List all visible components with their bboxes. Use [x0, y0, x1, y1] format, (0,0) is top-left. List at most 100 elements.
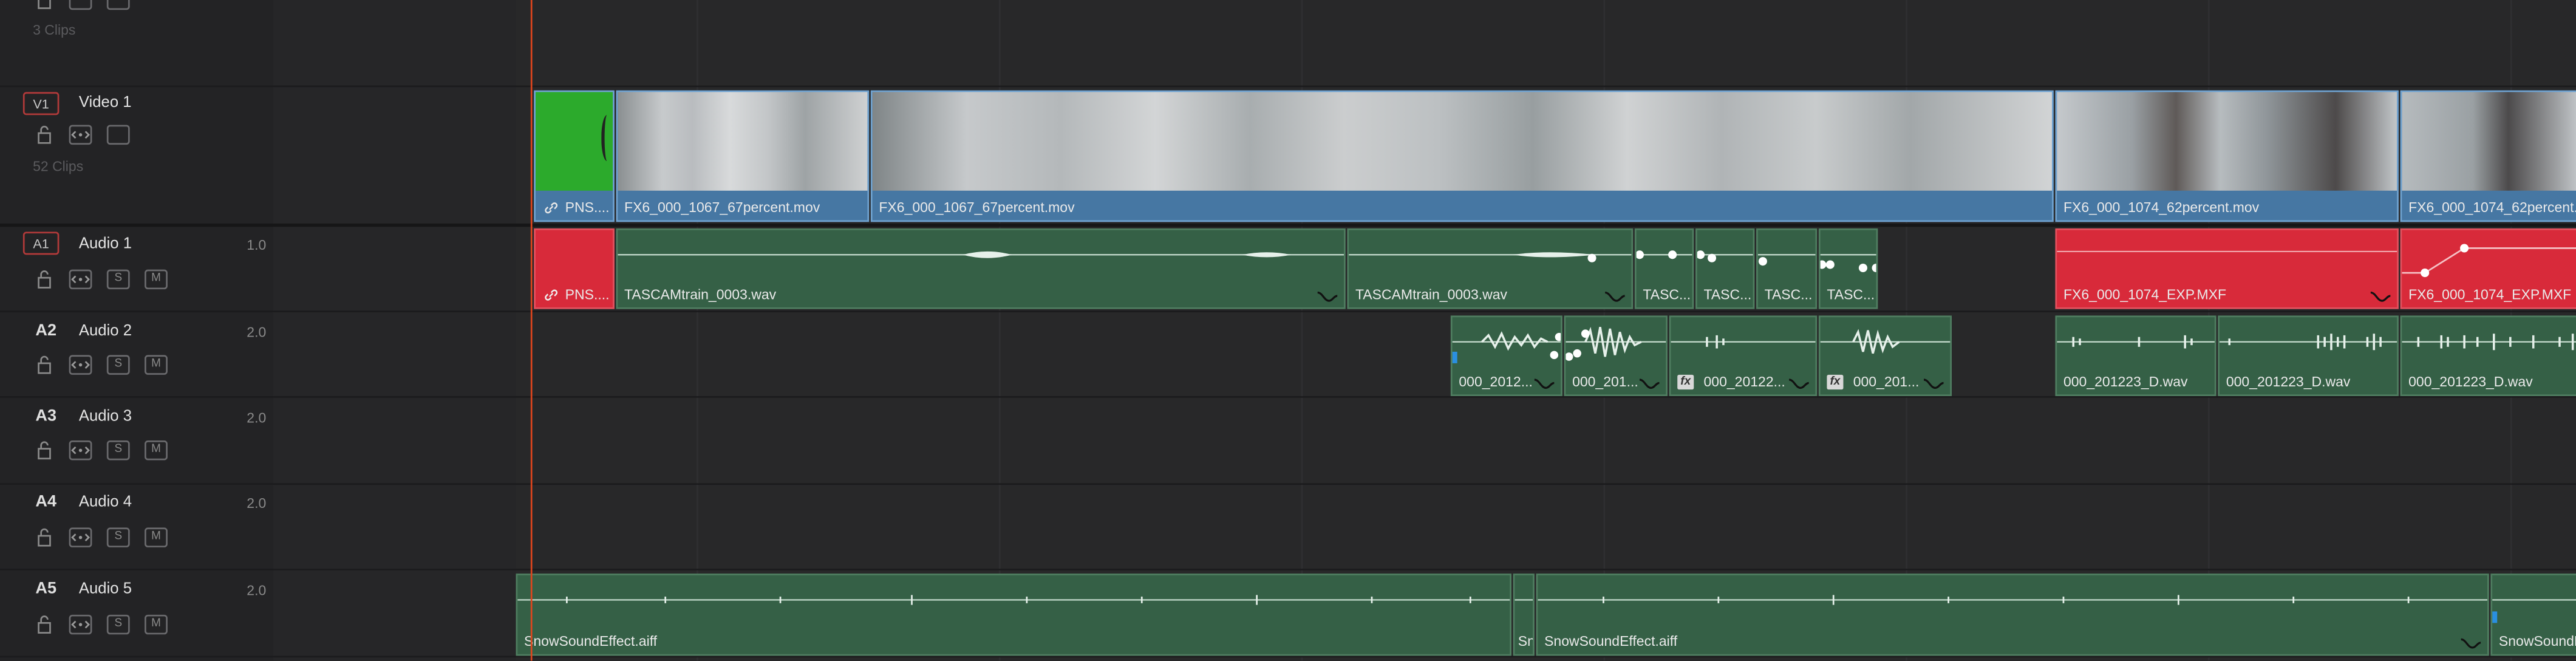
track-clip-count: 52 Clips	[33, 157, 84, 174]
track-volume: 2.0	[247, 409, 267, 426]
audio-clip[interactable]: 000_201...	[1564, 315, 1668, 397]
solo-button[interactable]: S	[106, 440, 130, 461]
auto-track-select-icon[interactable]	[69, 125, 92, 145]
audio-clip[interactable]: FX6_000_1074_EXP.MXF	[2400, 228, 2576, 309]
audio-clip[interactable]: TASC...	[1695, 228, 1755, 309]
timeline-editor: 3 Clips V1 Video 1 52 Clips A1 Audio 1 1…	[0, 0, 2576, 661]
mute-button[interactable]: M	[145, 527, 168, 547]
lock-icon[interactable]	[36, 125, 53, 145]
clip-name: FX6_000_1074_EXP.MXF	[2063, 286, 2227, 303]
audio-clip[interactable]: 000_201223_D.wav	[2400, 315, 2576, 397]
clip-name: TASC...	[1703, 286, 1752, 303]
audio-clip[interactable]: TASC...	[1818, 228, 1878, 309]
clip-name: SnowSoundEffect.aiff	[524, 632, 658, 649]
mute-button[interactable]: M	[145, 269, 168, 290]
fx-icon: fx	[1827, 374, 1844, 390]
clip-name: Sn	[1518, 632, 1535, 649]
solo-button[interactable]: S	[106, 355, 130, 375]
lock-icon[interactable]	[36, 270, 53, 289]
monitor-icon[interactable]	[106, 0, 130, 10]
audio-clip[interactable]: 000_2012...	[1450, 315, 1562, 397]
solo-button[interactable]: S	[106, 527, 130, 547]
auto-track-select-icon[interactable]	[69, 614, 92, 635]
audio-clip[interactable]: 000_201223_D.wav	[2055, 315, 2217, 397]
audio-clip[interactable]: TASCAMtrain_0003.wav	[616, 228, 1346, 309]
clip-name: 000_201223_D.wav	[2408, 373, 2533, 390]
track-name-audio-4[interactable]: Audio 4	[79, 493, 132, 512]
timeline-gap-area	[273, 0, 516, 661]
clip-name: TASC...	[1827, 286, 1875, 303]
solo-button[interactable]: S	[106, 269, 130, 290]
audio-clip[interactable]: SnowSoundE	[2490, 574, 2576, 656]
track-divider	[0, 483, 2576, 485]
auto-track-select-icon[interactable]	[69, 527, 92, 547]
auto-track-select-icon[interactable]	[69, 355, 92, 375]
audio-clip[interactable]: SnowSoundEffect.aiff	[1536, 574, 2489, 656]
auto-track-select-icon[interactable]	[69, 0, 92, 10]
audio-waveform	[618, 251, 1344, 258]
mute-button[interactable]: M	[145, 614, 168, 635]
audio-clip[interactable]: TASC...	[1634, 228, 1694, 309]
clip-name: TASCAMtrain_0003.wav	[1355, 286, 1508, 303]
clip-name: 000_20122...	[1703, 373, 1785, 390]
track-divider	[0, 396, 2576, 398]
audio-clip[interactable]: Sn	[1513, 574, 1535, 656]
clip-name: 000_201223_D.wav	[2063, 373, 2188, 390]
clip-thumbnail	[618, 92, 868, 191]
audio-waveform	[1636, 250, 1692, 259]
track-id-v1[interactable]: V1	[22, 92, 60, 115]
audio-waveform	[1515, 599, 1533, 601]
track-id-a3[interactable]: A3	[28, 406, 64, 429]
track-divider	[0, 656, 2576, 658]
fade-curve-icon	[1639, 378, 1660, 389]
audio-clip[interactable]: TASCAMtrain_0003.wav	[1347, 228, 1634, 309]
video-clip[interactable]: FX6_000_1074_62percent.mov	[2055, 90, 2399, 222]
clip-name: 000_2012...	[1459, 373, 1533, 390]
audio-clip[interactable]: SnowSoundEffect.aiff	[516, 574, 1511, 656]
lock-icon[interactable]	[36, 355, 53, 374]
track-name-video-1[interactable]: Video 1	[79, 94, 132, 112]
video-clip[interactable]: FX6_000_1067_67percent.mov	[616, 90, 870, 222]
clip-name: TASCAMtrain_0003.wav	[624, 286, 777, 303]
lock-icon[interactable]	[36, 527, 53, 547]
track-volume: 1.0	[247, 236, 267, 253]
mute-button[interactable]: M	[145, 440, 168, 461]
audio-clip[interactable]: 000_201223_D.wav	[2218, 315, 2399, 397]
solo-button[interactable]: S	[106, 614, 130, 635]
track-name-audio-5[interactable]: Audio 5	[79, 580, 132, 598]
clip-name: 000_201223_D.wav	[2226, 373, 2351, 390]
lock-icon[interactable]	[36, 0, 53, 10]
auto-track-select-icon[interactable]	[69, 269, 92, 290]
clip-thumbnail	[535, 92, 613, 191]
track-name-audio-1[interactable]: Audio 1	[79, 235, 132, 253]
track-id-a1[interactable]: A1	[22, 231, 60, 255]
video-clip[interactable]: FX6_000_1074_62percent.mov	[2400, 90, 2576, 222]
fade-curve-icon	[1788, 378, 1809, 389]
lock-icon[interactable]	[36, 615, 53, 634]
clip-thumbnail	[872, 92, 2053, 191]
fade-curve-icon	[1923, 378, 1944, 389]
audio-clip[interactable]: PNS....	[534, 228, 615, 309]
audio-waveform	[1671, 335, 1816, 349]
video-clip[interactable]: FX6_000_1067_67percent.mov	[870, 90, 2054, 222]
audio-clip[interactable]: FX6_000_1074_EXP.MXF	[2055, 228, 2399, 309]
track-id-a5[interactable]: A5	[28, 578, 64, 601]
link-icon	[545, 289, 558, 301]
clip-name: TASC...	[1643, 286, 1691, 303]
mute-button[interactable]: M	[145, 355, 168, 375]
lock-icon[interactable]	[36, 440, 53, 460]
track-name-audio-3[interactable]: Audio 3	[79, 408, 132, 426]
audio-waveform	[1566, 327, 1666, 361]
track-id-a2[interactable]: A2	[28, 321, 64, 344]
audio-clip[interactable]: fx 000_201...	[1818, 315, 1952, 397]
audio-clip[interactable]: TASC...	[1756, 228, 1818, 309]
auto-track-select-icon[interactable]	[69, 440, 92, 461]
audio-clip[interactable]: fx 000_20122...	[1669, 315, 1818, 397]
clip-name: 000_201...	[1572, 373, 1638, 390]
track-headers-panel: 3 Clips V1 Video 1 52 Clips A1 Audio 1 1…	[0, 0, 274, 661]
track-id-a4[interactable]: A4	[28, 491, 64, 515]
track-name-audio-2[interactable]: Audio 2	[79, 322, 132, 340]
monitor-icon[interactable]	[106, 125, 130, 145]
video-clip[interactable]: PNS....	[534, 90, 615, 222]
playhead[interactable]	[530, 0, 533, 661]
